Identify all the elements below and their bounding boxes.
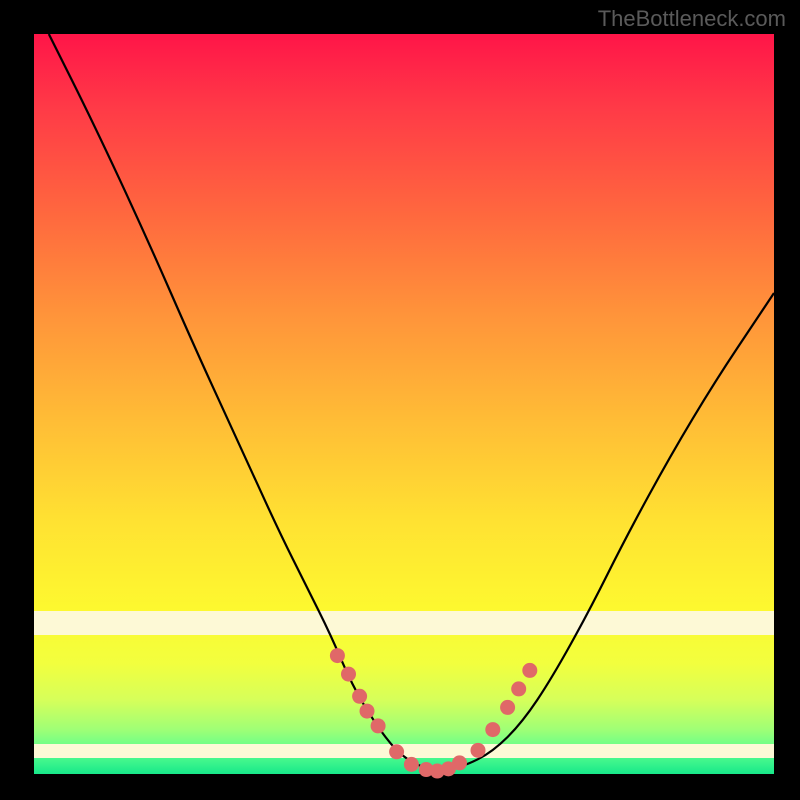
- curve-path: [49, 34, 774, 769]
- marker-dot: [500, 700, 515, 715]
- marker-dot: [352, 689, 367, 704]
- marker-dot: [371, 718, 386, 733]
- marker-dot: [360, 704, 375, 719]
- marker-dot: [485, 722, 500, 737]
- chart-plot-area: [34, 34, 774, 774]
- chart-svg: [34, 34, 774, 774]
- marker-dot: [522, 663, 537, 678]
- marker-dot: [511, 681, 526, 696]
- marker-dot: [452, 755, 467, 770]
- marker-dot: [330, 648, 345, 663]
- marker-dot: [389, 744, 404, 759]
- marker-dot: [341, 667, 356, 682]
- watermark-text: TheBottleneck.com: [598, 6, 786, 32]
- marker-dot: [404, 757, 419, 772]
- marker-group: [330, 648, 537, 778]
- marker-dot: [471, 743, 486, 758]
